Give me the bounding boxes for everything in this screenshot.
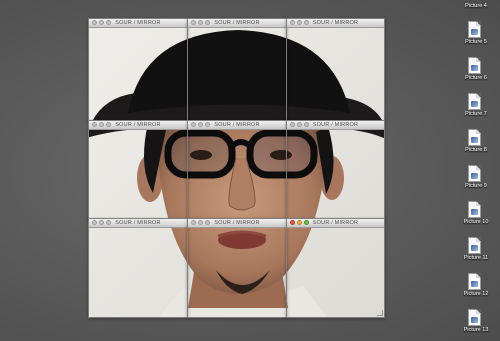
file-label: Picture 7: [464, 111, 488, 117]
window-mosaic: SOUR / MIRROR SOUR / MIRROR SOUR / MIRRO…: [88, 18, 385, 318]
desktop-file[interactable]: Picture 11: [452, 232, 500, 268]
desktop-file[interactable]: Picture 6: [452, 52, 500, 88]
file-label: Picture 13: [462, 327, 490, 333]
window-titlebar[interactable]: SOUR / MIRROR: [89, 19, 187, 28]
file-label: Picture 4: [464, 3, 488, 9]
mirror-window-active[interactable]: SOUR / MIRROR: [286, 218, 385, 318]
desktop-file[interactable]: Picture 8: [452, 124, 500, 160]
document-image-icon: [468, 165, 481, 182]
window-title: SOUR / MIRROR: [312, 220, 359, 226]
file-label: Picture 11: [462, 255, 490, 261]
window-titlebar[interactable]: SOUR / MIRROR: [188, 121, 286, 130]
document-image-icon: [468, 21, 481, 38]
window-title: SOUR / MIRROR: [312, 20, 359, 26]
mirror-window[interactable]: SOUR / MIRROR: [187, 18, 287, 121]
mirror-window[interactable]: SOUR / MIRROR: [187, 218, 287, 318]
window-titlebar[interactable]: SOUR / MIRROR: [287, 19, 384, 28]
desktop-file[interactable]: Picture 4: [452, 0, 500, 16]
window-title: SOUR / MIRROR: [214, 122, 260, 128]
mirror-window[interactable]: SOUR / MIRROR: [286, 18, 385, 121]
file-label: Picture 12: [462, 291, 490, 297]
document-image-icon: [468, 309, 481, 326]
desktop-files: Picture 4 Picture 5 Picture 6 Picture 7 …: [452, 0, 500, 341]
window-titlebar[interactable]: SOUR / MIRROR: [287, 219, 384, 228]
window-title: SOUR / MIRROR: [115, 122, 161, 128]
mirror-window[interactable]: SOUR / MIRROR: [187, 120, 287, 220]
window-title: SOUR / MIRROR: [312, 122, 359, 128]
window-title: SOUR / MIRROR: [214, 220, 260, 226]
window-titlebar[interactable]: SOUR / MIRROR: [287, 121, 384, 130]
desktop-file[interactable]: Picture 7: [452, 88, 500, 124]
document-image-icon: [468, 201, 481, 218]
mirror-window[interactable]: SOUR / MIRROR: [88, 120, 188, 220]
file-label: Picture 9: [464, 183, 488, 189]
window-titlebar[interactable]: SOUR / MIRROR: [188, 19, 286, 28]
resize-grip-icon[interactable]: [377, 310, 383, 316]
window-titlebar[interactable]: SOUR / MIRROR: [188, 219, 286, 228]
desktop-file[interactable]: Picture 12: [452, 268, 500, 304]
document-image-icon: [468, 93, 481, 110]
document-image-icon: [468, 129, 481, 146]
mirror-window[interactable]: SOUR / MIRROR: [88, 18, 188, 121]
desktop-file[interactable]: Picture 10: [452, 196, 500, 232]
window-title: SOUR / MIRROR: [115, 220, 161, 226]
desktop-file[interactable]: Picture 13: [452, 304, 500, 340]
file-label: Picture 10: [462, 219, 490, 225]
file-label: Picture 6: [464, 75, 488, 81]
file-label: Picture 5: [464, 39, 488, 45]
file-label: Picture 8: [464, 147, 488, 153]
document-image-icon: [468, 237, 481, 254]
document-image-icon: [468, 273, 481, 290]
window-title: SOUR / MIRROR: [214, 20, 260, 26]
desktop-file[interactable]: Picture 9: [452, 160, 500, 196]
window-titlebar[interactable]: SOUR / MIRROR: [89, 219, 187, 228]
mirror-window[interactable]: SOUR / MIRROR: [88, 218, 188, 318]
mirror-window[interactable]: SOUR / MIRROR: [286, 120, 385, 220]
window-title: SOUR / MIRROR: [115, 20, 161, 26]
document-image-icon: [468, 57, 481, 74]
window-titlebar[interactable]: SOUR / MIRROR: [89, 121, 187, 130]
desktop-file[interactable]: Picture 5: [452, 16, 500, 52]
